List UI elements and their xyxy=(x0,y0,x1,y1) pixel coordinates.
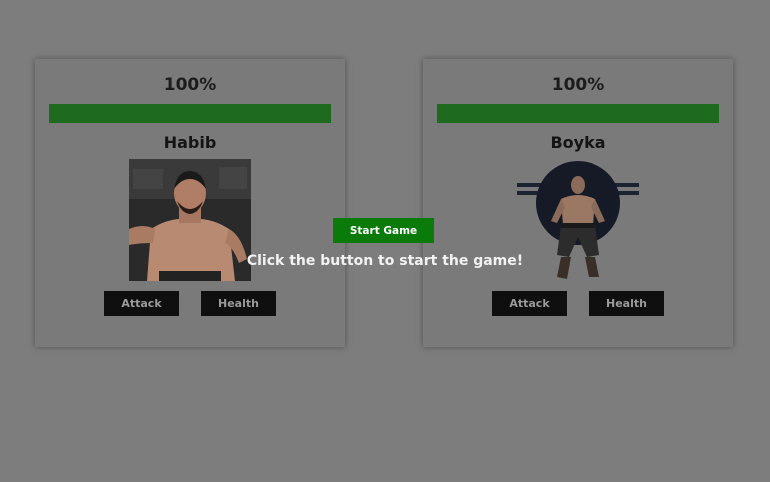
player-card-boyka: 100% Boyka Attack Health xyxy=(423,59,733,347)
health-bar xyxy=(49,104,331,123)
player-name: Boyka xyxy=(550,133,606,152)
game-stage: 100% Habib Attack Health 100% Boyka Atta… xyxy=(0,0,770,482)
health-percent: 100% xyxy=(551,75,605,95)
start-game-button[interactable]: Start Game xyxy=(333,218,434,243)
fighter-portrait-icon xyxy=(129,159,251,281)
health-bar-fill xyxy=(49,104,331,123)
health-button[interactable]: Health xyxy=(589,291,664,316)
attack-button[interactable]: Attack xyxy=(104,291,179,316)
fighter-portrait-icon xyxy=(517,161,639,279)
attack-button[interactable]: Attack xyxy=(492,291,567,316)
health-bar-fill xyxy=(437,104,719,123)
player-card-habib: 100% Habib Attack Health xyxy=(35,59,345,347)
start-hint: Click the button to start the game! xyxy=(246,253,524,269)
health-percent: 100% xyxy=(163,75,217,95)
health-button[interactable]: Health xyxy=(201,291,276,316)
health-bar xyxy=(437,104,719,123)
player-name: Habib xyxy=(163,133,217,152)
